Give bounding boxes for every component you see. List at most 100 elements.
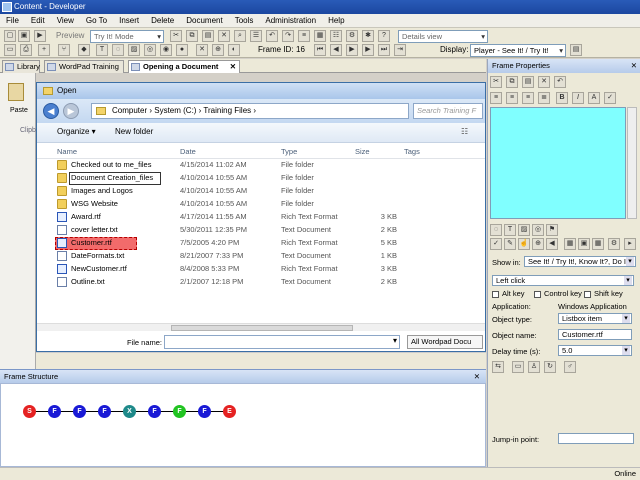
keyboard-icon[interactable]: ▭ xyxy=(512,361,524,373)
scrollbar-thumb[interactable] xyxy=(171,325,353,331)
align-right-icon[interactable]: ≡ xyxy=(522,92,534,104)
file-row[interactable]: NewCustomer.rtf 8/4/2008 5:33 PM Rich Text… xyxy=(37,263,485,276)
file-row[interactable]: DateFormats.txt 8/21/2007 7:33 PM Text Doc… xyxy=(37,250,485,263)
paste-icon[interactable]: ▤ xyxy=(202,30,214,42)
back-icon[interactable]: ◀ xyxy=(43,103,59,119)
mode-select[interactable]: Try It! Mode xyxy=(90,30,164,43)
help-icon[interactable]: ? xyxy=(378,30,390,42)
go-frame-icon[interactable]: ⇥ xyxy=(394,44,406,56)
show-in-select[interactable]: See It! / Try It!, Know It?, Do It! xyxy=(524,256,636,267)
column-type[interactable]: Type xyxy=(281,147,297,156)
display-select[interactable]: Player - See It! / Try It! xyxy=(470,44,566,57)
file-row[interactable]: Award.rtf 4/17/2014 11:55 AM Rich Text For… xyxy=(37,211,485,224)
insert-frame-icon[interactable]: + xyxy=(38,44,50,56)
new-folder-button[interactable]: New folder xyxy=(115,127,153,136)
alt-key-checkbox[interactable]: Alt key xyxy=(492,289,525,298)
settings-icon[interactable]: ✱ xyxy=(362,30,374,42)
list-icon[interactable]: ☷ xyxy=(330,30,342,42)
branch-icon[interactable]: ⑂ xyxy=(58,44,70,56)
control-key-checkbox[interactable]: Control key xyxy=(534,289,582,298)
bold-icon[interactable]: B xyxy=(556,92,568,104)
checkbox-box[interactable] xyxy=(492,290,499,298)
frame-node[interactable]: E xyxy=(223,405,236,418)
text-icon[interactable]: T xyxy=(96,44,108,56)
frame-node[interactable]: S xyxy=(23,405,36,418)
link-icon[interactable]: ♂ xyxy=(564,361,576,373)
bubble-icon[interactable]: ◌ xyxy=(112,44,124,56)
menu-item-file[interactable]: File xyxy=(0,14,25,28)
column-name[interactable]: Name xyxy=(57,147,77,156)
menu-item-edit[interactable]: Edit xyxy=(25,14,51,28)
horizontal-scrollbar[interactable] xyxy=(37,323,485,331)
record-icon[interactable]: ● xyxy=(176,44,188,56)
frame-node[interactable]: F xyxy=(73,405,86,418)
menu-item-insert[interactable]: Insert xyxy=(113,14,145,28)
close-panel-icon[interactable]: ✕ xyxy=(474,370,480,383)
prev-frame-icon[interactable]: ◀ xyxy=(330,44,342,56)
delete-icon[interactable]: ✕ xyxy=(218,30,230,42)
file-row[interactable]: Customer.rtf 7/5/2005 4:20 PM Rich Text Fo… xyxy=(37,237,485,250)
column-tags[interactable]: Tags xyxy=(404,147,420,156)
delete-icon[interactable]: ✕ xyxy=(538,76,550,88)
settings-icon[interactable]: ⚙ xyxy=(608,238,620,250)
undo-icon[interactable]: ↶ xyxy=(266,30,278,42)
tools-icon[interactable]: ⚙ xyxy=(346,30,358,42)
save-icon[interactable]: ▣ xyxy=(18,30,30,42)
file-type-select[interactable]: All Wordpad Docu xyxy=(407,335,483,349)
next-frame-icon[interactable]: ▶ xyxy=(362,44,374,56)
layout-icon[interactable]: ▦ xyxy=(564,238,576,250)
file-row[interactable]: Checked out to me_files 4/15/2014 11:02 A… xyxy=(37,159,485,172)
cut-icon[interactable]: ✂ xyxy=(490,76,502,88)
decision-icon[interactable]: ◆ xyxy=(78,44,90,56)
first-frame-icon[interactable]: ⏮ xyxy=(314,44,326,56)
more-icon[interactable]: ▸ xyxy=(624,238,636,250)
find-icon[interactable]: ⌕ xyxy=(234,30,246,42)
mouse-action-icon[interactable]: ⇆ xyxy=(492,361,504,373)
checkbox-box[interactable] xyxy=(534,290,541,298)
frame-node[interactable]: X xyxy=(123,405,136,418)
last-frame-icon[interactable]: ⏭ xyxy=(378,44,390,56)
menu-item-view[interactable]: View xyxy=(51,14,80,28)
properties-icon[interactable]: ☰ xyxy=(250,30,262,42)
shift-key-checkbox[interactable]: Shift key xyxy=(584,289,623,298)
tab-wordpad-training[interactable]: WordPad Training xyxy=(44,60,124,73)
close-tab-icon[interactable]: ✕ xyxy=(230,61,236,73)
frame-node[interactable]: F xyxy=(198,405,211,418)
display-options-icon[interactable]: ▤ xyxy=(570,44,582,56)
editor-scrollbar[interactable] xyxy=(627,107,637,219)
view-options-icon[interactable]: ☷ xyxy=(461,127,468,136)
copy-icon[interactable]: ⧉ xyxy=(506,76,518,88)
breadcrumb[interactable]: Computer › System (C:) › Training Files … xyxy=(91,103,409,119)
new-icon[interactable]: ▢ xyxy=(4,30,16,42)
delay-time-select[interactable]: 5.0 xyxy=(558,345,632,356)
font-color-icon[interactable]: A xyxy=(588,92,600,104)
file-row[interactable]: cover letter.txt 5/30/2011 12:35 PM Text D… xyxy=(37,224,485,237)
play-icon[interactable]: ▶ xyxy=(346,44,358,56)
justify-icon[interactable]: ≣ xyxy=(538,92,550,104)
column-size[interactable]: Size xyxy=(355,147,370,156)
back-icon[interactable]: ◀ xyxy=(546,238,558,250)
close-panel-icon[interactable]: ✕ xyxy=(631,59,637,73)
frame-node[interactable]: F xyxy=(148,405,161,418)
file-row[interactable]: Document Creation_files 4/10/2014 10:55 A… xyxy=(37,172,485,185)
file-row[interactable]: WSG Website 4/10/2014 10:55 AM File folder xyxy=(37,198,485,211)
outline-icon[interactable]: ≡ xyxy=(298,30,310,42)
frame-node[interactable]: F xyxy=(98,405,111,418)
column-date[interactable]: Date xyxy=(180,147,196,156)
image-icon[interactable]: ▨ xyxy=(518,224,530,236)
hotspot-icon[interactable]: ◎ xyxy=(532,224,544,236)
menu-item-go-to[interactable]: Go To xyxy=(80,14,113,28)
tab-library[interactable]: Library xyxy=(2,60,40,73)
text-icon[interactable]: T xyxy=(504,224,516,236)
preview-icon[interactable]: ▶ xyxy=(34,30,46,42)
undo-icon[interactable]: ↶ xyxy=(554,76,566,88)
paste-icon[interactable]: ▤ xyxy=(522,76,534,88)
object-type-select[interactable]: Listbox item xyxy=(558,313,632,324)
menu-item-tools[interactable]: Tools xyxy=(229,14,260,28)
person-icon[interactable]: ♙ xyxy=(528,361,540,373)
align-center-icon[interactable]: ≡ xyxy=(506,92,518,104)
frame-node[interactable]: F xyxy=(173,405,186,418)
menu-item-administration[interactable]: Administration xyxy=(259,14,322,28)
view-select[interactable]: Details view xyxy=(398,30,488,43)
spellcheck-icon[interactable]: ✓ xyxy=(604,92,616,104)
